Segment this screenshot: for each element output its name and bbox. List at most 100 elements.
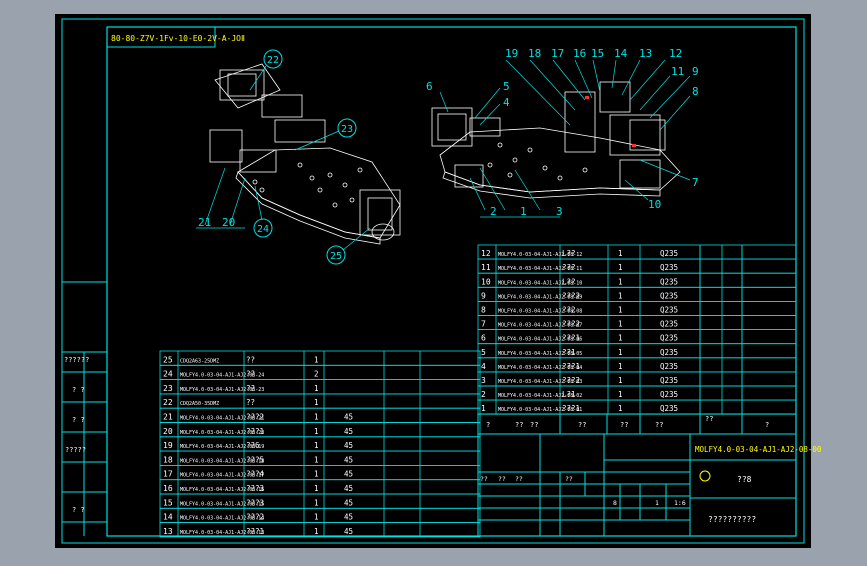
cell-mat: 45 bbox=[344, 498, 353, 507]
cad-viewport: ?????? ? ? ? ? ????? ? ? 80-80-Z7V-1Fⅴ-1… bbox=[0, 0, 867, 562]
svg-text:??: ?? bbox=[655, 421, 663, 429]
cell-no: 17 bbox=[163, 470, 173, 479]
svg-text:23: 23 bbox=[341, 124, 353, 135]
cell-name: ???5 bbox=[246, 455, 264, 464]
svg-text:1: 1 bbox=[520, 205, 527, 218]
cell-qty: 1 bbox=[314, 527, 319, 536]
cell-no: 9 bbox=[481, 291, 486, 300]
cell-name: ??1 bbox=[562, 348, 576, 357]
cell-name: ?? bbox=[246, 370, 255, 379]
drawing-sheet: ?????? ? ? ? ? ????? ? ? 80-80-Z7V-1Fⅴ-1… bbox=[55, 14, 822, 548]
cell-name: ???2 bbox=[562, 376, 580, 385]
svg-text:11: 11 bbox=[671, 65, 684, 78]
cell-no: 13 bbox=[163, 527, 173, 536]
cell-qty: 1 bbox=[618, 249, 623, 258]
cell-qty: 1 bbox=[314, 498, 319, 507]
cell-qty: 1 bbox=[618, 334, 623, 343]
cell-name: L?? bbox=[562, 249, 576, 258]
cell-name: ???4 bbox=[246, 470, 265, 479]
cell-mat: 45 bbox=[344, 427, 353, 436]
cell-qty: 1 bbox=[618, 390, 623, 399]
cell-no: 3 bbox=[481, 376, 486, 385]
cell-qty: 1 bbox=[314, 484, 319, 493]
cell-name: ???1 bbox=[562, 362, 580, 371]
cell-qty: 1 bbox=[618, 306, 623, 315]
svg-text:4: 4 bbox=[503, 96, 510, 109]
cell-name: ??2 bbox=[562, 306, 576, 315]
svg-text:6: 6 bbox=[426, 80, 433, 93]
svg-text:1: 1 bbox=[655, 499, 659, 507]
cell-no: 4 bbox=[481, 362, 486, 371]
cell-qty: 1 bbox=[618, 376, 623, 385]
cell-no: 7 bbox=[481, 320, 486, 329]
svg-text:??: ?? bbox=[515, 421, 523, 429]
cell-mat: Q235 bbox=[660, 263, 678, 272]
svg-text:17: 17 bbox=[551, 47, 564, 60]
svg-text:9: 9 bbox=[692, 65, 699, 78]
stamp-text-2: ? ? bbox=[72, 386, 85, 394]
cell-name: ?? bbox=[246, 398, 255, 407]
cell-name: ???2 bbox=[562, 291, 580, 300]
cell-qty: 2 bbox=[314, 370, 319, 379]
svg-text:??: ?? bbox=[578, 421, 586, 429]
cell-name: L?? bbox=[562, 277, 576, 286]
cell-no: 8 bbox=[481, 306, 486, 315]
cell-name: ???1 bbox=[246, 527, 264, 536]
cell-no: 10 bbox=[481, 277, 491, 286]
cell-qty: 1 bbox=[618, 263, 623, 272]
cell-mat: Q235 bbox=[660, 362, 678, 371]
cell-code: CDQ2A50-35DMZ bbox=[180, 401, 219, 407]
stamp-text-4: ????? bbox=[65, 446, 86, 454]
cell-mat: Q235 bbox=[660, 277, 678, 286]
cell-no: 20 bbox=[163, 427, 173, 436]
cell-qty: 1 bbox=[314, 427, 319, 436]
code-label: 80-80-Z7V-1Fⅴ-10-E0-2V-A-JOⅡ bbox=[111, 34, 245, 43]
cell-mat: Q235 bbox=[660, 334, 678, 343]
svg-text:?: ? bbox=[486, 421, 490, 429]
cell-name: ???1 bbox=[562, 334, 580, 343]
cell-mat: 45 bbox=[344, 513, 353, 522]
title-name: ??8 bbox=[737, 475, 752, 484]
cell-qty: 1 bbox=[314, 355, 319, 364]
svg-text:13: 13 bbox=[639, 47, 652, 60]
cell-name: ???1 bbox=[562, 404, 580, 413]
cell-no: 16 bbox=[163, 484, 173, 493]
stamp-text-1: ?????? bbox=[64, 356, 89, 364]
cell-qty: 1 bbox=[314, 441, 319, 450]
cell-no: 1 bbox=[481, 404, 486, 413]
cell-no: 5 bbox=[481, 348, 486, 357]
cell-mat: 45 bbox=[344, 413, 353, 422]
cell-name: ?? bbox=[246, 355, 255, 364]
svg-text:24: 24 bbox=[257, 224, 269, 235]
cell-name: ???3 bbox=[246, 498, 264, 507]
cell-no: 19 bbox=[163, 441, 173, 450]
cell-name: ???2 bbox=[246, 513, 264, 522]
cell-qty: 1 bbox=[314, 470, 319, 479]
cell-qty: 1 bbox=[314, 413, 319, 422]
stamp-text-5: ? ? bbox=[72, 506, 85, 514]
svg-text:2: 2 bbox=[490, 205, 497, 218]
cell-no: 25 bbox=[163, 355, 173, 364]
svg-text:5: 5 bbox=[503, 80, 510, 93]
drawing-number: MOLFY4.0-03-04-AJ1-AJ2-08-00 bbox=[695, 445, 822, 454]
svg-text:12: 12 bbox=[669, 47, 682, 60]
svg-text:??: ?? bbox=[498, 475, 506, 483]
svg-text:18: 18 bbox=[528, 47, 541, 60]
company-name: ?????????? bbox=[708, 515, 756, 524]
callout-20: 20 bbox=[222, 216, 235, 229]
cell-mat: Q235 bbox=[660, 291, 678, 300]
cell-no: 24 bbox=[163, 370, 173, 379]
cell-no: 21 bbox=[163, 413, 173, 422]
cell-no: 18 bbox=[163, 455, 173, 464]
cell-no: 15 bbox=[163, 498, 173, 507]
svg-text:??: ?? bbox=[620, 421, 628, 429]
cell-no: 6 bbox=[481, 334, 486, 343]
cell-mat: Q235 bbox=[660, 404, 678, 413]
cell-name: ???3 bbox=[246, 484, 264, 493]
cell-mat: 45 bbox=[344, 470, 353, 479]
svg-text:1:6: 1:6 bbox=[674, 499, 686, 507]
svg-text:??: ?? bbox=[705, 415, 713, 423]
cell-mat: 45 bbox=[344, 484, 353, 493]
cell-qty: 1 bbox=[618, 277, 623, 286]
cell-mat: Q235 bbox=[660, 249, 678, 258]
